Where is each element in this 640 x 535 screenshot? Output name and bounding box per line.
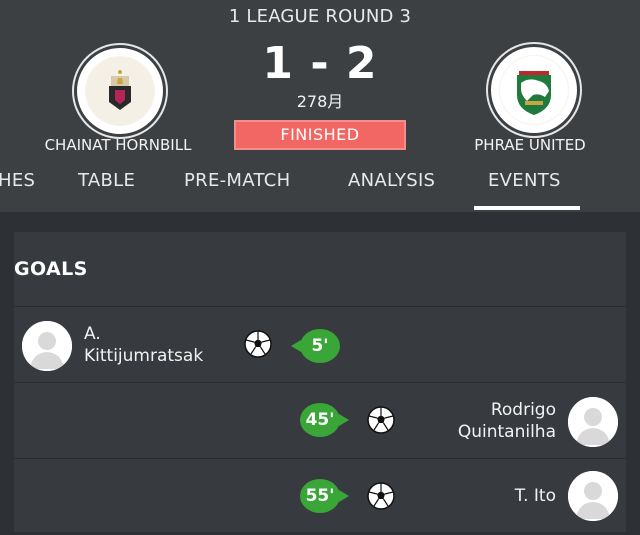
goal-minute-badge: 5' [291, 329, 340, 363]
tab-matches[interactable]: HES [0, 170, 35, 191]
match-score: 1 - 2 [262, 38, 378, 89]
tab-bar: HES TABLE PRE-MATCH ANALYSIS EVENTS [0, 170, 640, 212]
player-avatar-icon[interactable] [568, 397, 618, 447]
player-avatar-icon[interactable] [22, 321, 72, 371]
player-name[interactable]: A. Kittijumratsak [84, 323, 203, 367]
active-tab-indicator [474, 206, 580, 210]
goal-event-row: 45' Rodrigo Quintanilha [14, 382, 626, 459]
tab-analysis[interactable]: ANALYSIS [348, 170, 435, 191]
goal-event-row: 55' T. Ito [14, 458, 626, 535]
round-title: 1 LEAGUE ROUND 3 [228, 6, 412, 27]
goal-event-row: A. Kittijumratsak 5' [14, 306, 626, 383]
soccer-ball-icon [243, 329, 273, 359]
tab-pre-match[interactable]: PRE-MATCH [184, 170, 290, 191]
tab-events[interactable]: EVENTS [488, 170, 561, 191]
player-name[interactable]: Rodrigo Quintanilha [414, 399, 556, 443]
soccer-ball-icon [366, 481, 396, 511]
match-attendance: 278月 [296, 92, 344, 111]
player-name[interactable]: T. Ito [414, 485, 556, 507]
away-team-name[interactable]: PHRAE UNITED [430, 136, 630, 154]
tab-table[interactable]: TABLE [78, 170, 135, 191]
home-team-name[interactable]: CHAINAT HORNBILL [0, 136, 236, 154]
player-avatar-icon[interactable] [568, 471, 618, 521]
goals-title: GOALS [14, 258, 88, 280]
goal-minute-badge: 45' [300, 403, 349, 437]
soccer-ball-icon [366, 405, 396, 435]
match-status-badge: FINISHED [234, 120, 406, 150]
goal-minute-badge: 55' [300, 479, 349, 513]
